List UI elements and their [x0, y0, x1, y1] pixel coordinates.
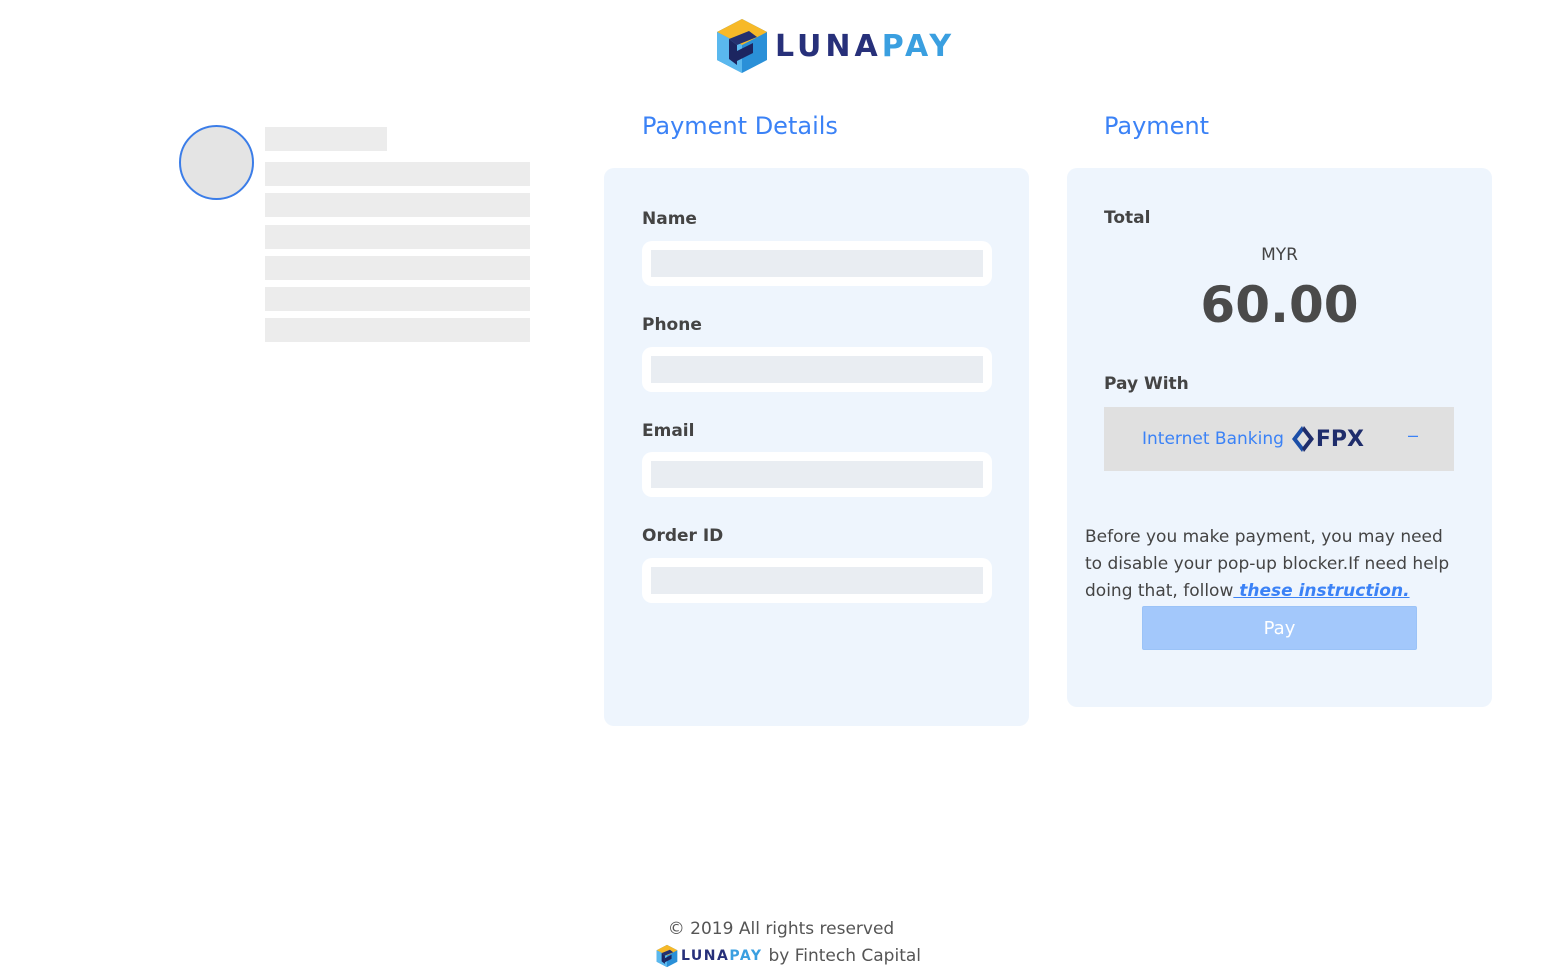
payment-card: Total MYR 60.00 Pay With Internet Bankin…: [1067, 168, 1492, 707]
internet-banking-label: Internet Banking: [1142, 429, 1284, 449]
copyright-text: © 2019 All rights reserved: [667, 919, 895, 939]
total-label: Total: [1104, 208, 1151, 228]
popup-blocker-notice: Before you make payment, you may need to…: [1085, 524, 1460, 605]
merchant-name-placeholder: [265, 127, 387, 151]
payment-details-title: Payment Details: [642, 112, 838, 140]
pay-button[interactable]: Pay: [1142, 606, 1417, 650]
collapse-icon[interactable]: –: [1408, 425, 1418, 446]
phone-field-wrapper: [642, 347, 992, 392]
footer-brand: LUNAPAY by Fintech Capital: [655, 944, 921, 968]
footer-wordmark: LUNAPAY: [681, 948, 762, 964]
currency-label: MYR: [1261, 245, 1298, 265]
merchant-info-placeholder: [265, 318, 530, 342]
fpx-text: FPX: [1315, 426, 1365, 452]
merchant-info-placeholder: [265, 287, 530, 311]
name-field-wrapper: [642, 241, 992, 286]
order-id-field[interactable]: [651, 567, 983, 594]
merchant-info-placeholder: [265, 256, 530, 280]
merchant-info-placeholder: [265, 162, 530, 186]
total-amount: 60.00: [1200, 276, 1359, 334]
email-label: Email: [642, 421, 695, 441]
logo-luna-text: LUNA: [775, 28, 882, 64]
merchant-info-placeholder: [265, 225, 530, 249]
logo-wordmark: LUNAPAY: [775, 29, 955, 64]
fpx-chevron-icon: [1291, 426, 1314, 452]
footer-by-line: by Fintech Capital: [768, 946, 922, 966]
internet-banking-option[interactable]: Internet Banking FPX –: [1104, 407, 1454, 471]
order-id-label: Order ID: [642, 526, 724, 546]
merchant-avatar: [179, 125, 254, 200]
pay-with-label: Pay With: [1104, 374, 1189, 394]
payment-details-card: Name Phone Email Order ID: [604, 168, 1029, 726]
name-label: Name: [642, 209, 697, 229]
instruction-link[interactable]: these instruction.: [1233, 581, 1409, 601]
lunapay-logo: LUNAPAY: [713, 17, 955, 75]
fpx-logo: FPX: [1291, 426, 1365, 452]
merchant-info-placeholder: [265, 193, 530, 217]
logo-pay-text: PAY: [881, 28, 956, 64]
footer-luna-text: LUNA: [681, 948, 730, 964]
email-field-wrapper: [642, 452, 992, 497]
payment-title: Payment: [1104, 112, 1210, 140]
lunapay-cube-icon: [717, 19, 767, 73]
name-field[interactable]: [651, 250, 983, 277]
lunapay-cube-icon: [656, 944, 678, 968]
footer-pay-text: PAY: [729, 948, 763, 964]
email-field[interactable]: [651, 461, 983, 488]
order-id-field-wrapper: [642, 558, 992, 603]
phone-label: Phone: [642, 315, 702, 335]
phone-field[interactable]: [651, 356, 983, 383]
